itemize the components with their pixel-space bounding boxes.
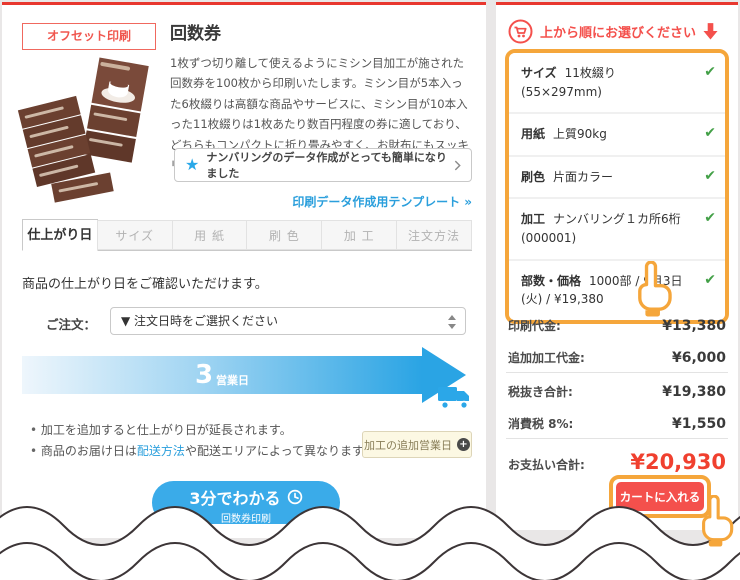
note-processing: 加工を追加すると仕上がり日が延長されます。 (30, 421, 292, 438)
chevron-right-icon (454, 160, 461, 170)
product-panel: オフセット印刷 回数券 1枚ずつ切り離して使えるようにミシン目加工が施された回数… (2, 2, 486, 538)
total-row: お支払い合計: ¥20,930 (508, 450, 726, 474)
quick-guide-label: 3分でわかる (189, 489, 281, 508)
tab-size[interactable]: サイズ (96, 220, 173, 250)
check-icon: ✔ (704, 271, 716, 288)
product-image (14, 55, 168, 211)
select-stepper-icon (448, 315, 456, 329)
ticket-strip-right (82, 57, 149, 163)
product-title: 回数券 (170, 24, 221, 44)
price-row-print: 印刷代金: ¥13,380 (508, 318, 726, 334)
sidebar-header-label: 上から順にお選びください (540, 26, 697, 41)
check-icon: ✔ (704, 210, 716, 227)
extra-days-button[interactable]: 加工の追加営業日 + (362, 431, 472, 458)
tab-paper[interactable]: 用 紙 (171, 220, 248, 250)
selection-row-quantity-price[interactable]: 部数・価格 1000部 / 9月3日(火) / ¥19,380 ✔ (509, 260, 725, 320)
quick-guide-button[interactable]: 3分でわかる 回数券印刷 (152, 481, 340, 525)
shipping-method-link[interactable]: 配送方法 (137, 444, 185, 458)
template-link[interactable]: 印刷データ作成用テンプレート » (292, 193, 472, 210)
plus-circle-icon: + (457, 438, 470, 451)
print-method-badge: オフセット印刷 (22, 23, 156, 50)
order-date-select[interactable]: ▼ 注文日時をご選択ください (110, 307, 466, 335)
hand-pointer-icon (638, 261, 672, 317)
order-label: ご注文： (46, 317, 97, 332)
price-row-tax: 消費税 8%: ¥1,550 (508, 416, 726, 432)
tab-color[interactable]: 刷 色 (246, 220, 323, 250)
total-amount: ¥20,930 (630, 450, 726, 474)
sidebar-header: 上から順にお選びください (508, 19, 718, 44)
leadtime-unit: 営業日 (216, 374, 250, 387)
extra-days-label: 加工の追加営業日 (364, 438, 452, 452)
clock-icon (287, 489, 302, 505)
divider (506, 438, 728, 439)
divider (506, 372, 728, 373)
selection-row-color[interactable]: 刷色 片面カラー ✔ (509, 156, 725, 200)
star-icon: ★ (185, 155, 200, 174)
selection-row-size[interactable]: サイズ 11枚綴り (55×297mm) ✔ (509, 53, 725, 115)
cart-icon (508, 19, 533, 44)
truck-icon (438, 387, 469, 410)
check-icon: ✔ (704, 64, 716, 80)
quick-guide-sublabel: 回数券印刷 (221, 514, 271, 525)
leadtime-label: 3 営業日 (22, 356, 422, 394)
tab-finish-date[interactable]: 仕上がり日 (22, 219, 98, 251)
tab-order-method[interactable]: 注文方法 (396, 220, 472, 250)
tab-processing[interactable]: 加 工 (321, 220, 398, 250)
page: オフセット印刷 回数券 1枚ずつ切り離して使えるようにミシン目加工が施された回数… (0, 0, 740, 580)
tab-bar: 仕上がり日 サイズ 用 紙 刷 色 加 工 注文方法 (22, 219, 472, 251)
notice-label: ナンバリングのデータ作成がとっても簡単になりました (206, 151, 447, 180)
selection-box: サイズ 11枚綴り (55×297mm) ✔ 用紙 上質90kg ✔ 刷色 片面カラー… (505, 49, 729, 324)
check-icon: ✔ (704, 167, 716, 184)
hand-pointer-icon (702, 495, 734, 547)
order-date-select-value: ▼ 注文日時をご選択ください (121, 314, 279, 328)
section-intro: 商品の仕上がり日をご確認いただけます。 (22, 277, 268, 292)
selection-row-paper[interactable]: 用紙 上質90kg ✔ (509, 114, 725, 157)
price-row-extra: 追加加工代金: ¥6,000 (508, 350, 726, 366)
note-delivery: 商品のお届け日は配送方法や配送エリアによって異なります。 (30, 442, 375, 459)
price-row-subtotal: 税抜き合計: ¥19,380 (508, 384, 726, 400)
check-icon: ✔ (704, 125, 716, 142)
leadtime-days: 3 (194, 360, 214, 390)
selection-row-processing[interactable]: 加工 ナンバリング１カ所6桁 (000001) ✔ (509, 199, 725, 261)
add-to-cart-button[interactable]: カートに入れる (616, 482, 704, 511)
order-sidebar: 上から順にお選びください サイズ 11枚綴り (55×297mm) ✔ 用紙 上質9… (496, 2, 738, 547)
numbering-notice-button[interactable]: ★ ナンバリングのデータ作成がとっても簡単になりました (174, 148, 472, 182)
arrow-down-icon (703, 23, 718, 40)
